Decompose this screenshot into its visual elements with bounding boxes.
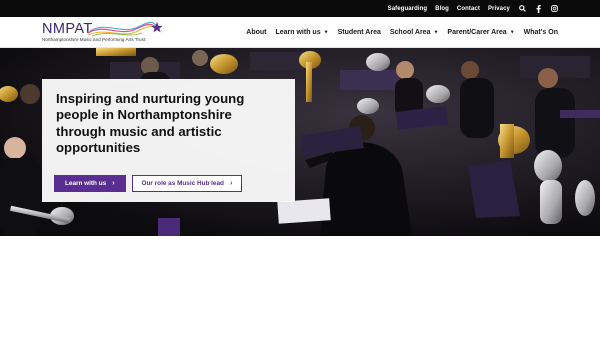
learn-with-us-button[interactable]: Learn with us › [54,175,126,192]
nav-learn-with-us[interactable]: Learn with us ▼ [275,29,328,36]
search-icon[interactable] [518,5,526,13]
nav-whats-on[interactable]: What's On [524,29,558,36]
nav-parent-carer-area[interactable]: Parent/Carer Area ▼ [447,29,514,36]
hero-card: Inspiring and nurturing young people in … [42,79,295,202]
chevron-down-icon: ▼ [433,29,439,35]
instagram-icon[interactable] [550,5,558,13]
main-nav: About Learn with us ▼ Student Area Schoo… [246,17,558,48]
logo-tagline: Northamptonshire Music and Performing Ar… [42,37,146,42]
safeguarding-link[interactable]: Safeguarding [388,6,428,12]
hero-actions: Learn with us › Our role as Music Hub le… [54,175,243,192]
site-header: NMPAT Northamptonshire Music and Perform… [0,17,600,48]
nav-whats-on-label: What's On [523,29,558,36]
facebook-icon[interactable] [534,4,542,13]
nav-student-label: Student Area [337,29,381,36]
contact-link[interactable]: Contact [457,6,480,12]
nav-about[interactable]: About [246,29,266,36]
music-hub-role-button[interactable]: Our role as Music Hub lead › [131,175,243,192]
music-hub-role-button-label: Our role as Music Hub lead [141,180,224,187]
nav-student-area[interactable]: Student Area [338,29,381,36]
nav-school-area[interactable]: School Area ▼ [390,29,439,36]
blog-link[interactable]: Blog [435,6,449,12]
chevron-down-icon: ▼ [509,29,515,35]
utility-bar: Safeguarding Blog Contact Privacy [0,0,600,17]
learn-with-us-button-label: Learn with us [65,180,107,187]
nmpat-logo[interactable]: NMPAT Northamptonshire Music and Perform… [42,21,162,45]
hero-title: Inspiring and nurturing young people in … [56,91,245,156]
chevron-right-icon: › [229,180,233,187]
nav-parent-label: Parent/Carer Area [447,29,507,36]
nav-school-label: School Area [389,29,431,36]
privacy-link[interactable]: Privacy [488,6,510,12]
hero-banner: Inspiring and nurturing young people in … [0,48,600,236]
nav-about-label: About [246,29,267,36]
chevron-right-icon: › [112,180,115,187]
chevron-down-icon: ▼ [323,29,329,35]
nav-learn-label: Learn with us [275,29,321,36]
